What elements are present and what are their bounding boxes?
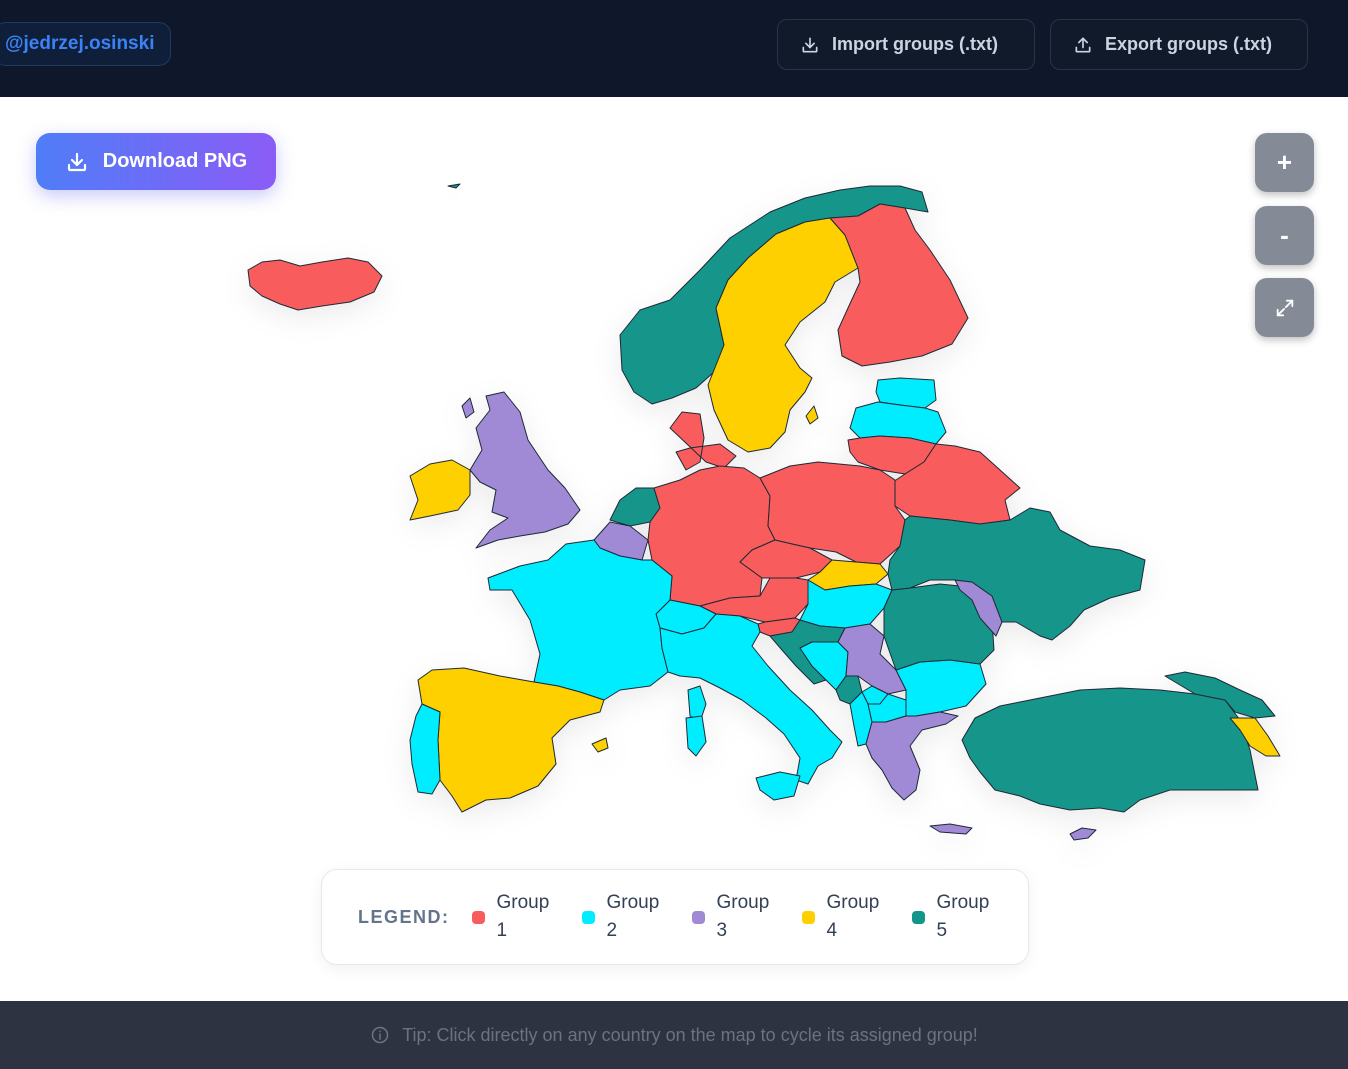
country-iceland[interactable]	[247, 257, 383, 311]
legend-label: Group 4	[826, 892, 880, 941]
legend: LEGEND: Group 1 Group 2 Group 3 Group 4 Grou…	[321, 869, 1029, 965]
island-sicily[interactable]	[755, 771, 801, 801]
zoom-out-button[interactable]: -	[1255, 206, 1314, 265]
top-bar: @jedrzej.osinski Import groups (.txt) Ex…	[0, 0, 1348, 97]
export-groups-label: Export groups (.txt)	[1105, 34, 1272, 54]
island-jan-mayen[interactable]	[447, 183, 461, 189]
legend-item-group-2: Group 2	[581, 889, 692, 945]
country-france[interactable]	[487, 539, 673, 701]
download-icon	[802, 37, 818, 53]
legend-item-group-4: Group 4	[801, 889, 912, 945]
upload-icon	[1075, 37, 1091, 53]
island-gotland[interactable]	[805, 405, 819, 425]
country-turkey[interactable]	[961, 687, 1259, 813]
country-united-kingdom[interactable]	[469, 391, 581, 549]
europe-map	[0, 97, 1348, 1001]
legend-swatch	[911, 910, 925, 924]
tip-text: Tip: Click directly on any country on th…	[402, 1024, 978, 1045]
legend-label: Group 1	[496, 892, 550, 941]
username-badge[interactable]: @jedrzej.osinski	[0, 22, 172, 66]
download-png-label: Download PNG	[102, 150, 248, 172]
footer-tip-bar: Tip: Click directly on any country on th…	[0, 1001, 1348, 1069]
legend-item-group-5: Group 5	[911, 889, 1022, 945]
island-hebrides[interactable]	[461, 397, 475, 419]
legend-label: Group 5	[936, 892, 990, 941]
country-greece[interactable]	[865, 711, 959, 801]
import-groups-label: Import groups (.txt)	[832, 34, 998, 54]
import-groups-button[interactable]: Import groups (.txt)	[777, 19, 1035, 70]
info-icon	[371, 1026, 389, 1044]
legend-swatch	[581, 910, 595, 924]
legend-title: LEGEND:	[358, 906, 450, 927]
legend-label: Group 3	[716, 892, 770, 941]
country-portugal[interactable]	[409, 703, 441, 795]
legend-item-group-1: Group 1	[471, 889, 582, 945]
country-finland[interactable]	[829, 203, 969, 367]
legend-item-group-3: Group 3	[691, 889, 802, 945]
expand-icon	[1276, 299, 1293, 316]
country-cyprus[interactable]	[1069, 827, 1097, 841]
country-hungary[interactable]	[799, 579, 893, 629]
export-groups-button[interactable]: Export groups (.txt)	[1050, 19, 1308, 70]
legend-swatch	[691, 910, 705, 924]
country-bulgaria[interactable]	[895, 659, 987, 717]
country-ireland[interactable]	[409, 459, 471, 521]
island-crete[interactable]	[929, 823, 973, 835]
download-png-button[interactable]: Download PNG	[36, 133, 276, 190]
download-icon	[67, 152, 86, 171]
legend-swatch	[801, 910, 815, 924]
fit-view-button[interactable]	[1255, 278, 1314, 337]
zoom-in-button[interactable]: +	[1255, 133, 1314, 192]
island-sardinia[interactable]	[685, 715, 707, 757]
legend-label: Group 2	[606, 892, 660, 941]
island-balearic[interactable]	[591, 737, 609, 753]
legend-swatch	[471, 910, 485, 924]
map-svg	[247, 183, 1281, 841]
